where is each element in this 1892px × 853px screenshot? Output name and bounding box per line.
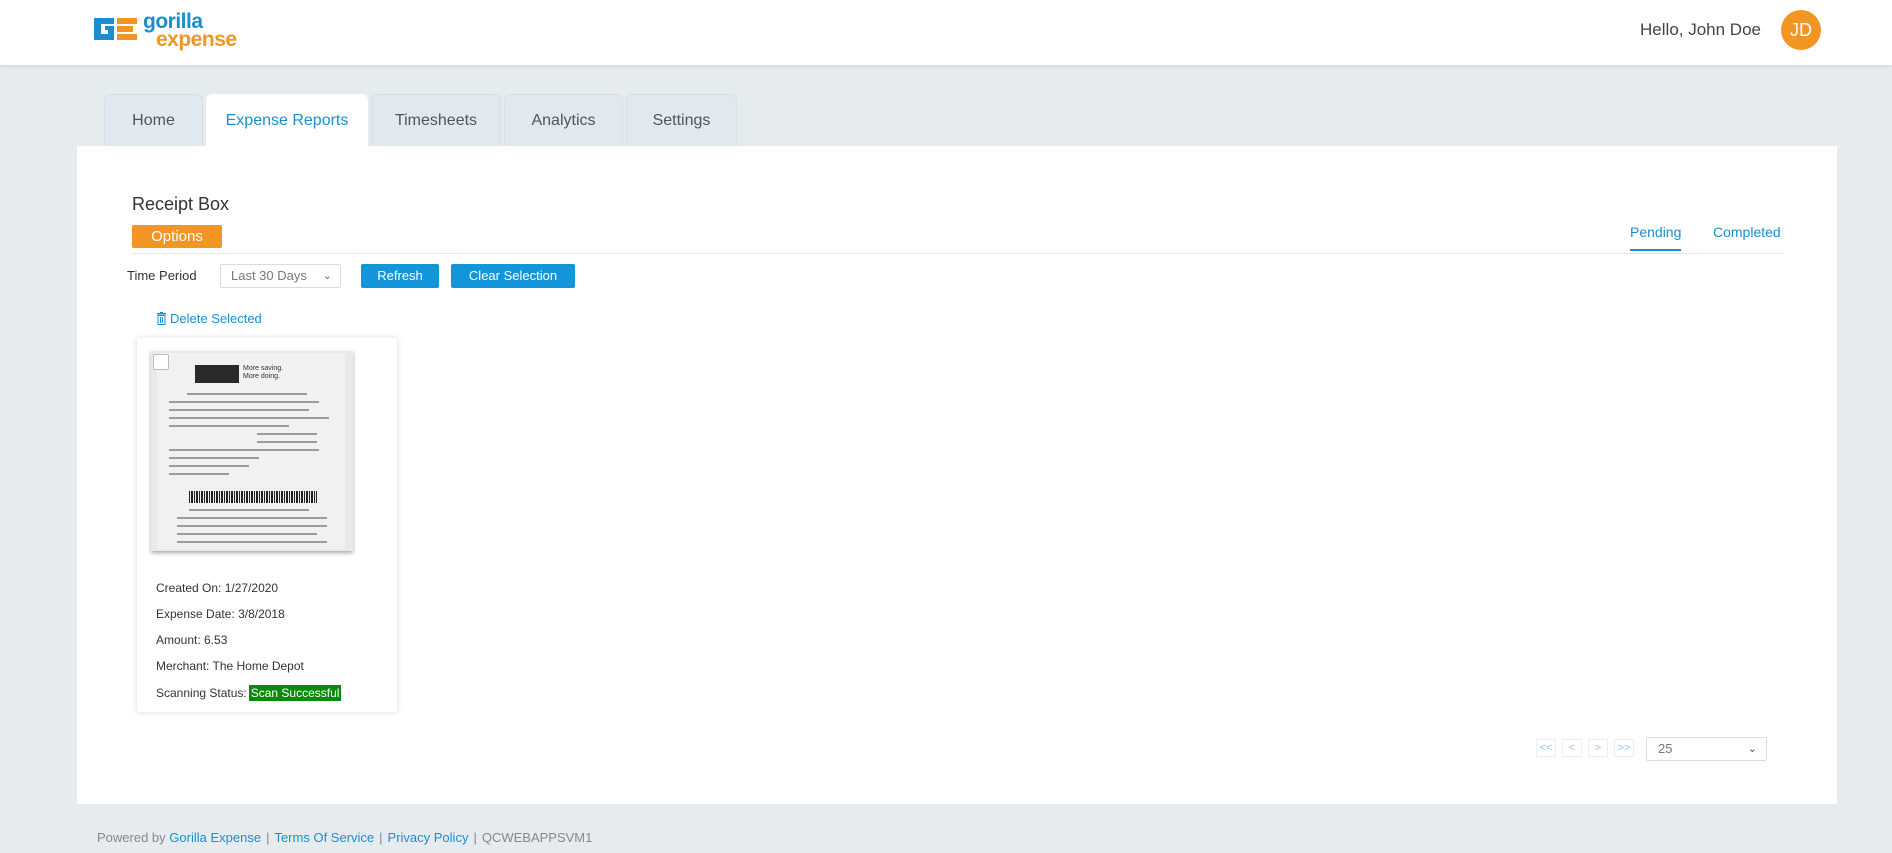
top-bar: gorilla expense Hello, John Doe JD bbox=[0, 0, 1892, 65]
created-on-value: 1/27/2020 bbox=[224, 581, 279, 595]
privacy-policy-link[interactable]: Privacy Policy bbox=[388, 830, 469, 845]
expense-date-value: 3/8/2018 bbox=[238, 607, 285, 621]
delete-selected-link[interactable]: Delete Selected bbox=[156, 311, 262, 326]
chevron-down-icon: ⌄ bbox=[322, 270, 332, 282]
expense-date-row: Expense Date: 3/8/2018 bbox=[156, 607, 285, 621]
server-name: QCWEBAPPSVM1 bbox=[481, 830, 593, 845]
time-period-select[interactable]: Last 30 Days ⌄ bbox=[220, 264, 341, 288]
refresh-button[interactable]: Refresh bbox=[361, 264, 439, 288]
created-on-label: Created On: bbox=[156, 581, 222, 595]
expense-date-label: Expense Date: bbox=[156, 607, 235, 621]
amount-row: Amount: 6.53 bbox=[156, 633, 227, 647]
tab-pending[interactable]: Pending bbox=[1630, 224, 1682, 251]
user-avatar[interactable]: JD bbox=[1781, 10, 1821, 50]
footer: Powered by Gorilla Expense | Terms Of Serv… bbox=[97, 830, 593, 845]
tab-settings[interactable]: Settings bbox=[626, 94, 737, 146]
receipt-box-panel: Receipt Box Options Pending Completed Ti… bbox=[77, 146, 1837, 804]
tab-timesheets[interactable]: Timesheets bbox=[371, 94, 501, 146]
prev-page-button[interactable]: < bbox=[1562, 739, 1582, 757]
page-title: Receipt Box bbox=[132, 194, 230, 214]
user-greeting: Hello, John Doe bbox=[1640, 20, 1761, 39]
status-badge: Scan Successful bbox=[248, 685, 342, 701]
tab-home[interactable]: Home bbox=[104, 94, 203, 146]
receipt-card[interactable]: More saving. More doing. Created On: 1/2… bbox=[137, 338, 397, 712]
home-depot-logo bbox=[195, 365, 239, 383]
gorilla-expense-link[interactable]: Gorilla Expense bbox=[169, 830, 261, 845]
merchant-label: Merchant: bbox=[156, 659, 210, 673]
tab-expense-reports[interactable]: Expense Reports bbox=[206, 94, 368, 146]
scanning-status-label: Scanning Status: bbox=[156, 686, 247, 700]
receipt-select-checkbox[interactable] bbox=[153, 354, 169, 370]
scanning-status-row: Scanning Status: Scan Successful bbox=[156, 685, 342, 701]
clear-selection-button[interactable]: Clear Selection bbox=[451, 264, 575, 288]
logo-text-expense: expense bbox=[156, 28, 237, 51]
receipt-image: More saving. More doing. bbox=[157, 353, 345, 549]
next-page-button[interactable]: > bbox=[1588, 739, 1608, 757]
trash-icon bbox=[157, 312, 166, 325]
delete-selected-label: Delete Selected bbox=[170, 311, 262, 326]
receipt-image-text: More saving. More doing. bbox=[243, 365, 284, 380]
amount-value: 6.53 bbox=[204, 633, 228, 647]
chevron-down-icon: ⌄ bbox=[1747, 743, 1757, 755]
merchant-value: The Home Depot bbox=[212, 659, 304, 673]
receipt-thumbnail[interactable]: More saving. More doing. bbox=[151, 351, 353, 551]
merchant-row: Merchant: The Home Depot bbox=[156, 659, 304, 673]
first-page-button[interactable]: << bbox=[1536, 739, 1556, 757]
options-button[interactable]: Options bbox=[132, 225, 222, 248]
terms-of-service-link[interactable]: Terms Of Service bbox=[274, 830, 374, 845]
time-period-value: Last 30 Days bbox=[231, 268, 307, 283]
created-on-row: Created On: 1/27/2020 bbox=[156, 581, 278, 595]
page-size-select[interactable]: 25 ⌄ bbox=[1646, 737, 1767, 761]
amount-label: Amount: bbox=[156, 633, 201, 647]
page-size-value: 25 bbox=[1658, 741, 1673, 756]
last-page-button[interactable]: >> bbox=[1614, 739, 1634, 757]
time-period-label: Time Period bbox=[127, 268, 197, 283]
tab-completed[interactable]: Completed bbox=[1713, 224, 1781, 240]
logo-mark-icon bbox=[94, 18, 137, 40]
powered-by-text: Powered by bbox=[97, 830, 166, 845]
gorilla-expense-logo[interactable]: gorilla expense bbox=[91, 10, 241, 52]
receipt-barcode bbox=[189, 491, 317, 503]
tab-analytics[interactable]: Analytics bbox=[504, 94, 623, 146]
section-divider bbox=[132, 253, 1784, 254]
